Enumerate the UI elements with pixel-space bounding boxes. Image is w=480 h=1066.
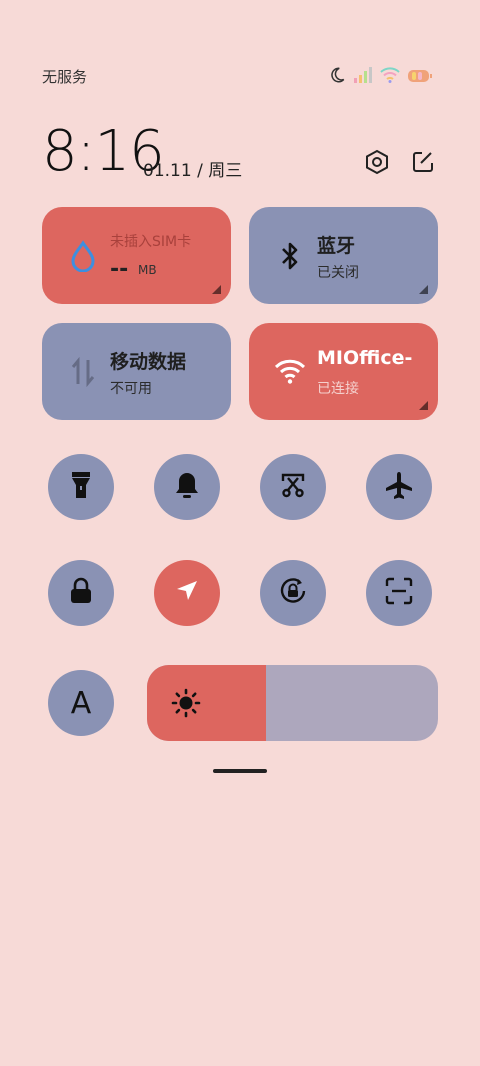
flashlight-toggle[interactable]: [48, 454, 114, 520]
bluetooth-status: 已关闭: [317, 265, 359, 281]
tile-mobile-data[interactable]: 移动数据 不可用: [42, 323, 231, 420]
data-usage-unit: MB: [138, 263, 157, 277]
screenshot-toggle[interactable]: [260, 454, 326, 520]
water-drop-icon: [66, 239, 100, 273]
lock-toggle[interactable]: [48, 560, 114, 626]
settings-hex-icon: [364, 149, 390, 179]
bluetooth-title: 蓝牙: [317, 235, 356, 257]
sim-status-label: 未插入SIM卡: [110, 234, 192, 250]
ringer-toggle[interactable]: [154, 454, 220, 520]
rotation-lock-icon: [278, 576, 308, 610]
location-arrow-icon: [174, 578, 200, 608]
airplane-icon: [384, 470, 414, 504]
wifi-network-name: MIOffice-: [317, 347, 413, 369]
mobile-data-status: 不可用: [110, 381, 152, 397]
rotation-lock-toggle[interactable]: [260, 560, 326, 626]
settings-button[interactable]: [362, 149, 392, 179]
tile-corner-indicator: [419, 285, 428, 294]
bluetooth-icon: [273, 239, 307, 273]
font-toggle-label: A: [70, 685, 92, 721]
font-size-toggle[interactable]: A: [48, 670, 114, 736]
status-carrier: 无服务: [42, 68, 88, 86]
edit-icon: [411, 150, 435, 178]
tile-data-usage[interactable]: 未插入SIM卡 -- MB: [42, 207, 231, 304]
tile-corner-indicator: [419, 401, 428, 410]
tile-wifi[interactable]: MIOffice- 已连接: [249, 323, 438, 420]
lock-icon: [69, 577, 93, 609]
scissors-screenshot-icon: [279, 471, 307, 503]
brightness-slider[interactable]: [147, 665, 438, 741]
scan-icon: [385, 577, 413, 609]
mobile-data-title: 移动数据: [110, 351, 187, 373]
tile-corner-indicator: [212, 285, 221, 294]
battery-icon: [408, 68, 432, 87]
moon-icon: [328, 66, 346, 88]
bell-icon: [174, 471, 200, 503]
tile-bluetooth[interactable]: 蓝牙 已关闭: [249, 207, 438, 304]
data-usage-value: --: [110, 257, 129, 282]
signal-icon: [354, 67, 372, 87]
wifi-status: 已连接: [317, 381, 359, 397]
edit-button[interactable]: [408, 149, 438, 179]
scanner-toggle[interactable]: [366, 560, 432, 626]
data-arrows-icon: [66, 355, 100, 389]
location-toggle[interactable]: [154, 560, 220, 626]
home-indicator[interactable]: [213, 769, 267, 773]
flashlight-icon: [69, 471, 93, 503]
wifi-icon: [273, 355, 307, 389]
airplane-toggle[interactable]: [366, 454, 432, 520]
wifi-icon: [380, 67, 400, 87]
clock-date: 01.11 / 周三: [143, 161, 243, 181]
brightness-fill: [147, 665, 267, 741]
status-icons: [328, 66, 432, 88]
sun-icon: [171, 688, 201, 722]
